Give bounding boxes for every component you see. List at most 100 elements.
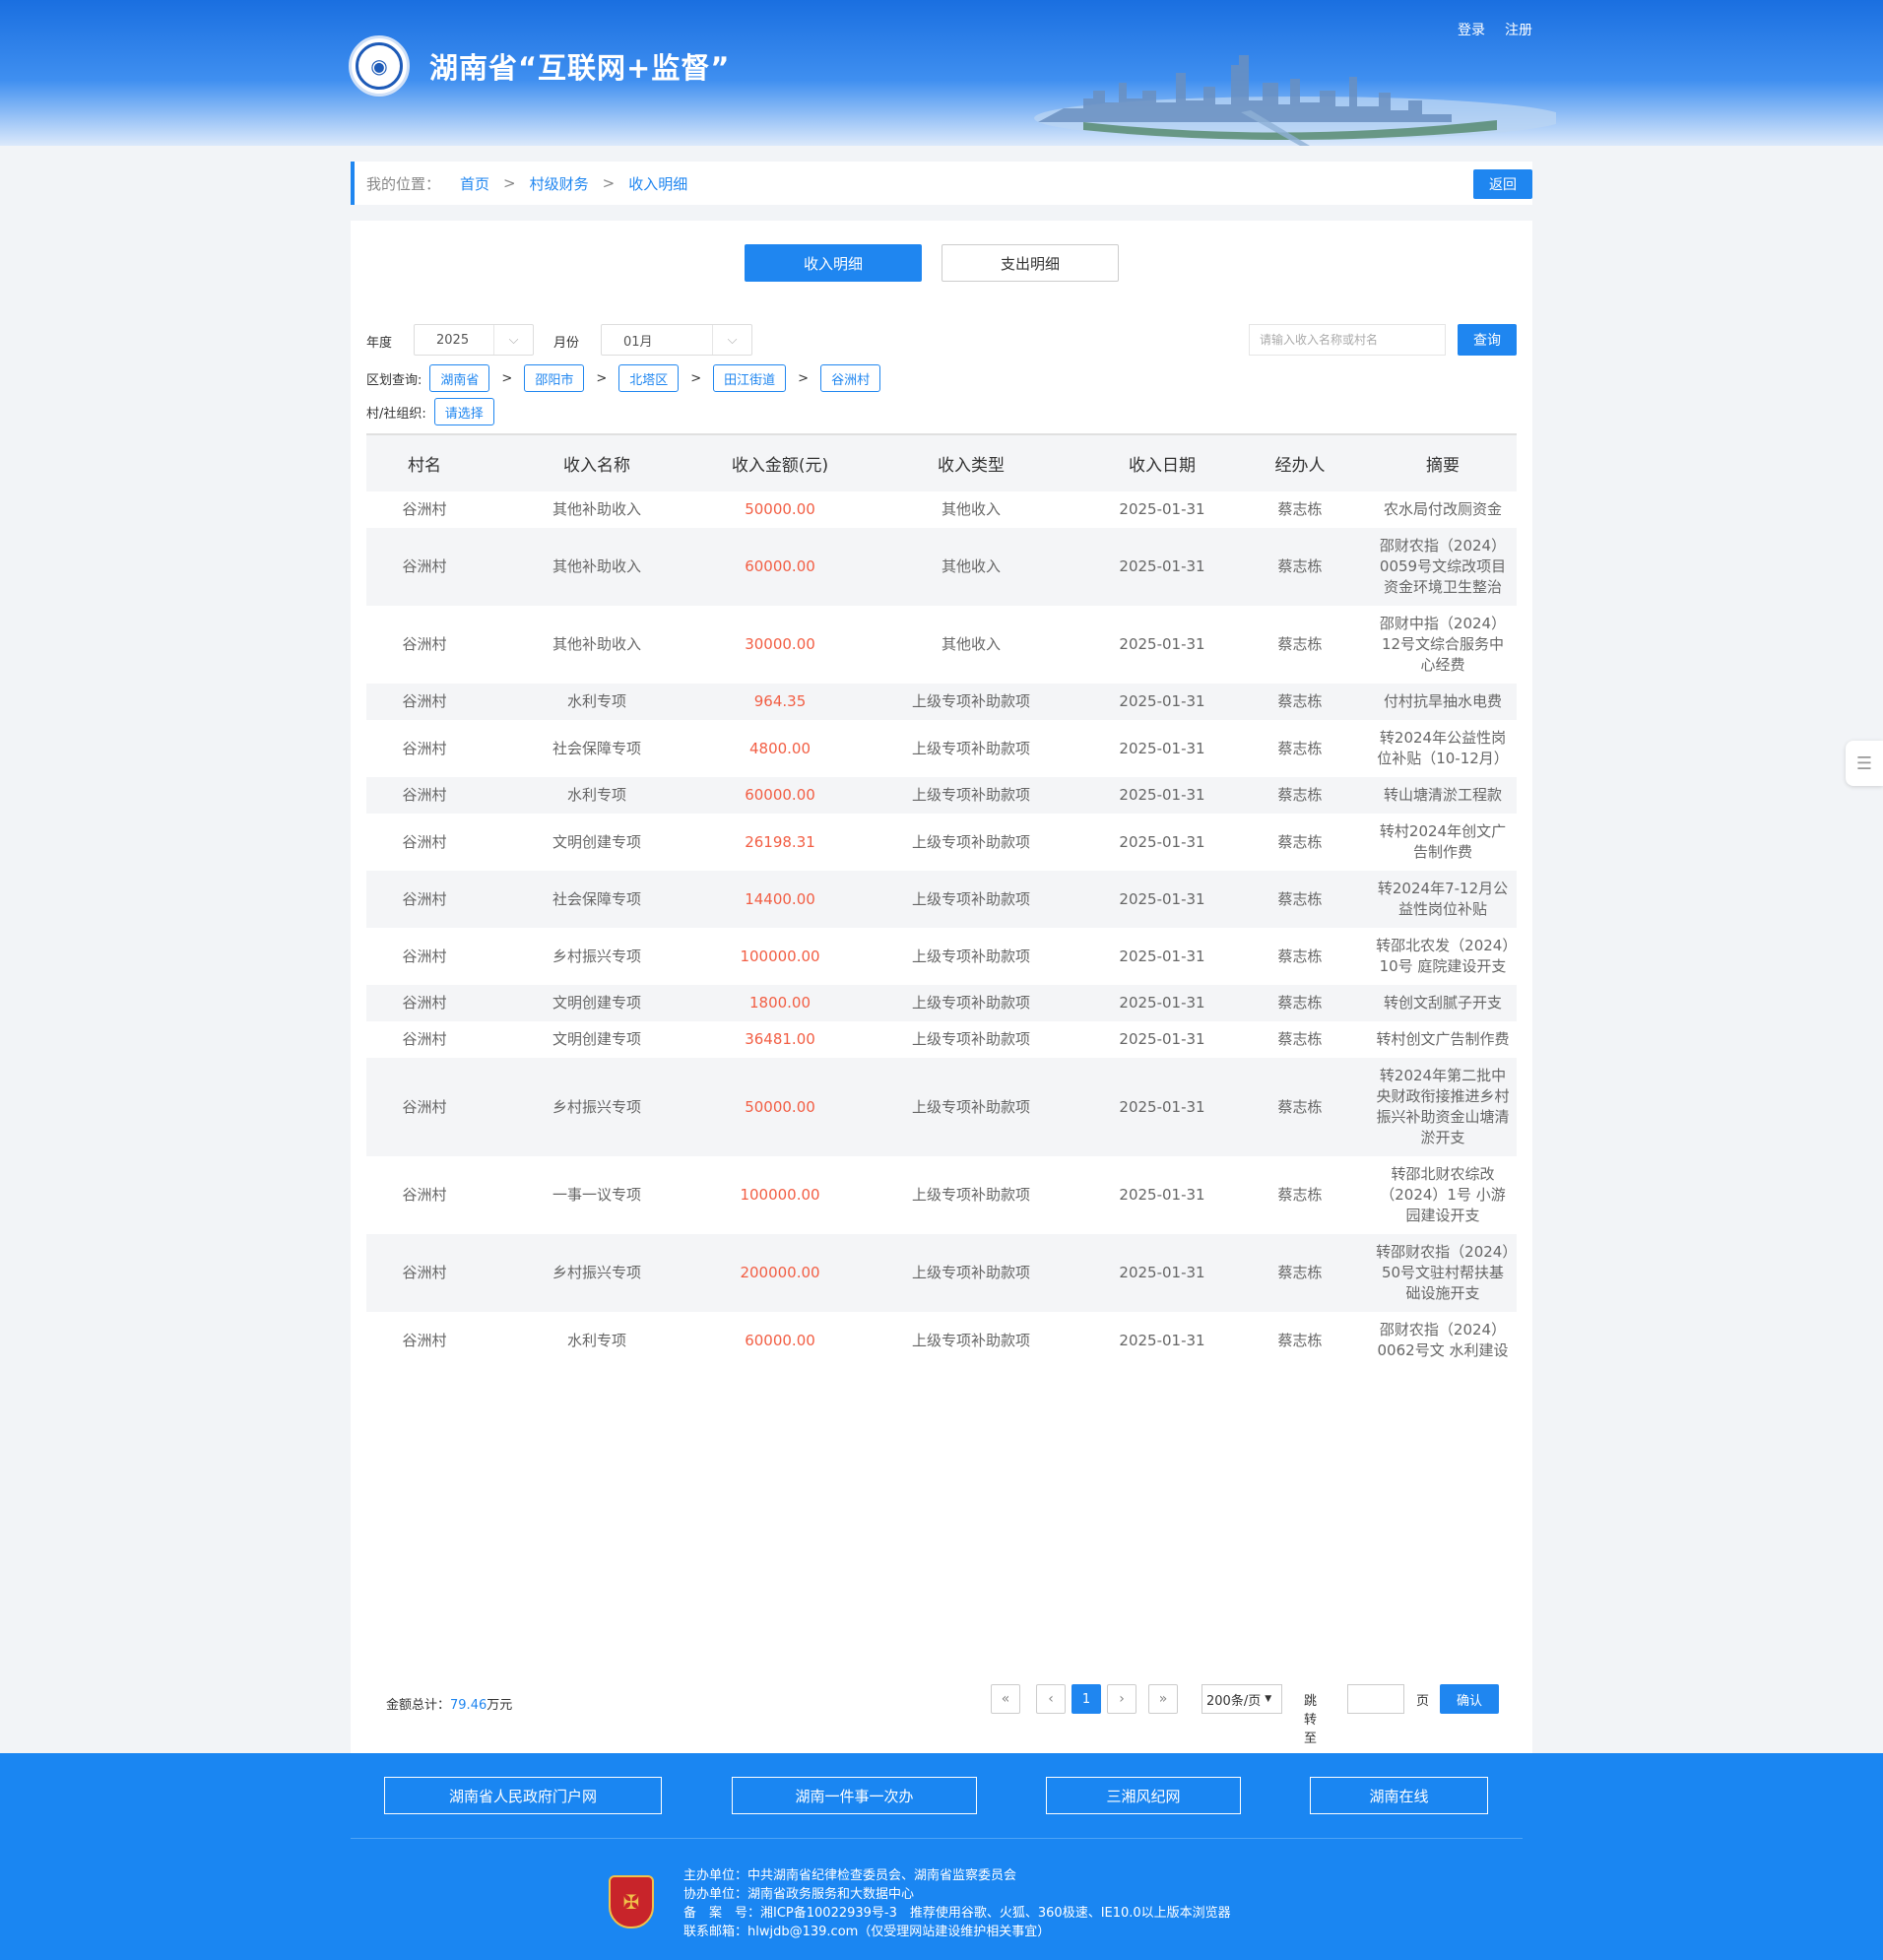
income-table: 村名 收入名称 收入金额(元) 收入类型 收入日期 经办人 摘要 谷洲村 其他补助收入 5000… [366, 433, 1517, 1369]
col-summary: 转村2024年创文广告制作费 [1379, 822, 1507, 861]
breadcrumb-village-finance[interactable]: 村级财务 [530, 173, 589, 194]
col-income-type: 上级专项补助款项 [911, 692, 1030, 710]
col-handler: 蔡志栋 [1277, 994, 1323, 1012]
footer-link-sanxiang[interactable]: 三湘风纪网 [1046, 1777, 1241, 1814]
header-col-amount: 收入金额(元) [731, 456, 829, 476]
col-village: 谷洲村 [402, 500, 447, 518]
back-button[interactable]: 返回 [1473, 169, 1532, 199]
col-income-name: 文明创建专项 [552, 832, 641, 851]
col-handler: 蔡志栋 [1277, 1030, 1323, 1048]
region-chip-village[interactable]: 谷洲村 [820, 364, 881, 392]
eye-icon: ◉ [356, 42, 403, 90]
col-income-name: 社会保障专项 [552, 889, 641, 908]
year-value: 2025 [436, 332, 470, 348]
col-summary: 转邵北农发（2024）10号 庭院建设开支 [1376, 937, 1510, 975]
prev-page-icon[interactable]: ‹ [1036, 1684, 1066, 1714]
page-unit: 页 [1416, 1694, 1430, 1709]
org-filter: 村/社组织: 请选择 [366, 398, 494, 425]
col-village: 谷洲村 [402, 1264, 447, 1281]
header-col-village: 村名 [408, 456, 441, 476]
amount-total: 金额总计：79.46万元 [386, 1694, 512, 1713]
chevron-down-icon: ⌵ [712, 325, 751, 355]
col-village: 谷洲村 [402, 786, 447, 804]
first-page-icon[interactable]: « [991, 1684, 1020, 1714]
breadcrumb: 我的位置： 首页 > 村级财务 > 收入明细 返回 [351, 162, 1532, 205]
month-label: 月份 [553, 336, 580, 351]
footer-icp: 备 案 号：湘ICP备10022939号-3 推荐使用谷歌、火狐、360极速、I… [683, 1906, 1231, 1921]
col-summary: 邵财农指（2024）0059号文综改项目资金环境卫生整治 [1379, 537, 1507, 596]
breadcrumb-home[interactable]: 首页 [460, 173, 489, 194]
table-header-row: 村名 收入名称 收入金额(元) 收入类型 收入日期 经办人 摘要 [366, 434, 1517, 491]
col-income-type: 其他收入 [941, 500, 1001, 518]
region-chip-city[interactable]: 邵阳市 [524, 364, 585, 392]
table-row: 谷洲村 乡村振兴专项 100000.00 上级专项补助款项 2025-01-31 蔡志栋 转… [366, 928, 1517, 985]
table-row: 谷洲村 其他补助收入 60000.00 其他收入 2025-01-31 蔡志栋 邵财农指（2… [366, 528, 1517, 606]
col-date: 2025-01-31 [1119, 786, 1205, 804]
col-handler: 蔡志栋 [1277, 889, 1323, 908]
col-income-name: 其他补助收入 [552, 635, 641, 653]
table-row: 谷洲村 水利专项 60000.00 上级专项补助款项 2025-01-31 蔡志栋 邵财农指… [366, 1312, 1517, 1369]
col-amount: 60000.00 [745, 1331, 815, 1349]
col-village: 谷洲村 [402, 1097, 447, 1116]
footer-link-one-thing[interactable]: 湖南一件事一次办 [732, 1777, 977, 1814]
site-title: 湖南省“互联网+监督” [429, 51, 731, 85]
party-emblem-icon[interactable]: ✠ [609, 1875, 654, 1928]
city-skyline-banner [1034, 55, 1556, 146]
table-row: 谷洲村 社会保障专项 14400.00 上级专项补助款项 2025-01-31 蔡志栋 转2… [366, 871, 1517, 928]
tab-expense-detail[interactable]: 支出明细 [942, 244, 1119, 282]
footer-link-gov-portal[interactable]: 湖南省人民政府门户网 [384, 1777, 662, 1814]
region-chip-district[interactable]: 北塔区 [618, 364, 680, 392]
col-amount: 60000.00 [745, 557, 815, 575]
col-income-name: 水利专项 [566, 692, 626, 710]
col-summary: 转邵北财农综改（2024）1号 小游园建设开支 [1380, 1165, 1506, 1224]
side-menu-toggle-icon[interactable]: ☰ [1846, 741, 1883, 786]
org-label: 村/社组织: [366, 406, 426, 422]
total-value: 79.46 [450, 1698, 487, 1713]
col-handler: 蔡志栋 [1277, 1186, 1323, 1204]
register-link[interactable]: 注册 [1505, 20, 1532, 39]
col-handler: 蔡志栋 [1277, 500, 1323, 518]
breadcrumb-income-detail[interactable]: 收入明细 [628, 173, 687, 194]
footer-link-hunan-online[interactable]: 湖南在线 [1310, 1777, 1488, 1814]
current-page[interactable]: 1 [1071, 1684, 1101, 1714]
search-input[interactable] [1249, 324, 1446, 356]
year-select[interactable]: 2025 ⌵ [414, 324, 534, 356]
col-village: 谷洲村 [402, 739, 447, 757]
col-income-name: 一事一议专项 [552, 1186, 641, 1204]
next-page-icon[interactable]: › [1107, 1684, 1136, 1714]
col-date: 2025-01-31 [1119, 1264, 1205, 1281]
breadcrumb-separator: > [503, 174, 516, 192]
auth-links: 登录 注册 [1458, 20, 1532, 39]
col-income-type: 上级专项补助款项 [911, 994, 1030, 1012]
col-amount: 26198.31 [745, 832, 815, 851]
login-link[interactable]: 登录 [1458, 20, 1485, 39]
last-page-icon[interactable]: » [1148, 1684, 1178, 1714]
table-row: 谷洲村 文明创建专项 26198.31 上级专项补助款项 2025-01-31 蔡志栋 转村… [366, 814, 1517, 871]
col-income-type: 上级专项补助款项 [911, 786, 1030, 804]
col-summary: 邵财农指（2024）0062号文 水利建设 [1377, 1321, 1509, 1359]
org-select-chip[interactable]: 请选择 [433, 398, 494, 425]
footer-sponsor: 主办单位：中共湖南省纪律检查委员会、湖南省监察委员会 [683, 1868, 1017, 1883]
col-income-type: 上级专项补助款项 [911, 1186, 1030, 1204]
col-handler: 蔡志栋 [1277, 1331, 1323, 1349]
query-button[interactable]: 查询 [1458, 324, 1517, 356]
page-size-select[interactable]: 200条/页 ▼ [1201, 1684, 1282, 1714]
footer-divider [351, 1838, 1523, 1839]
col-date: 2025-01-31 [1119, 635, 1205, 653]
col-amount: 30000.00 [745, 635, 815, 653]
site-header: ◉ 湖南省“互联网+监督” 登录 注册 [0, 0, 1883, 146]
month-select[interactable]: 01月 ⌵ [601, 324, 752, 356]
tab-income-detail[interactable]: 收入明细 [745, 244, 922, 282]
region-chip-street[interactable]: 田江街道 [713, 364, 787, 392]
site-logo[interactable]: ◉ 湖南省“互联网+监督” [349, 35, 730, 97]
site-footer: 湖南省人民政府门户网 湖南一件事一次办 三湘风纪网 湖南在线 ✠ 主办单位：中共… [0, 1753, 1883, 1960]
jump-page-input[interactable] [1347, 1684, 1404, 1714]
table-row: 谷洲村 乡村振兴专项 50000.00 上级专项补助款项 2025-01-31 蔡志栋 转2… [366, 1058, 1517, 1156]
region-chip-province[interactable]: 湖南省 [429, 364, 490, 392]
col-handler: 蔡志栋 [1277, 786, 1323, 804]
jump-confirm-button[interactable]: 确认 [1440, 1684, 1499, 1714]
col-income-type: 上级专项补助款项 [911, 947, 1030, 965]
col-village: 谷洲村 [402, 635, 447, 653]
table-row: 谷洲村 文明创建专项 36481.00 上级专项补助款项 2025-01-31 蔡志栋 转村… [366, 1021, 1517, 1058]
col-income-name: 文明创建专项 [552, 1030, 641, 1048]
